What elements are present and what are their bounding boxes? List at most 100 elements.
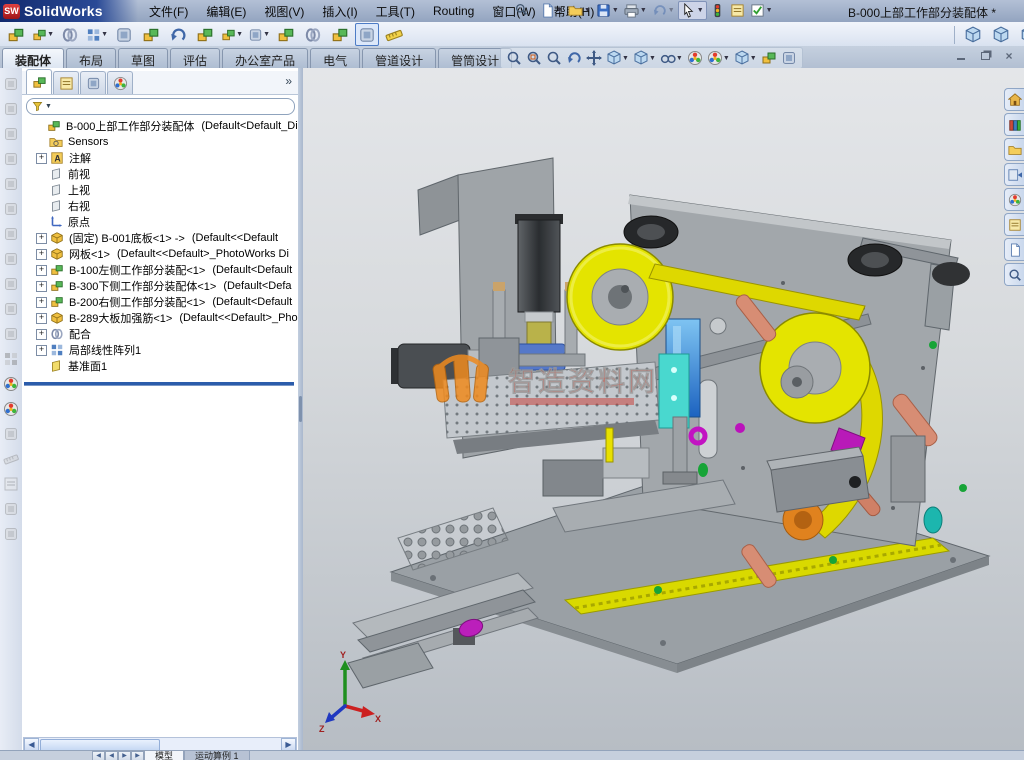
tree-item-4[interactable]: 前视 xyxy=(22,166,298,182)
print-icon[interactable]: ▼ xyxy=(622,2,649,19)
expand-toggle[interactable]: + xyxy=(36,281,47,292)
hole-wizard-icon[interactable] xyxy=(2,300,20,318)
insert-component-icon[interactable]: ▼ xyxy=(31,23,55,46)
view-settings-icon[interactable]: ▼ xyxy=(733,50,758,66)
rebuild-traffic-light-icon[interactable] xyxy=(708,2,727,19)
rollback-bar[interactable] xyxy=(24,382,294,386)
expand-toggle[interactable]: + xyxy=(36,297,47,308)
command-tab-5[interactable]: 办公室产品 xyxy=(222,48,308,68)
linear-pattern-feature-icon[interactable] xyxy=(2,350,20,368)
options-list-icon[interactable]: ▼ xyxy=(748,2,775,19)
rib-icon[interactable] xyxy=(2,225,20,243)
tree-item-9[interactable]: +网板<1>(Default<<Default>_PhotoWorks Di xyxy=(22,246,298,262)
smart-fasteners-icon[interactable] xyxy=(112,23,136,46)
expand-toggle[interactable]: + xyxy=(36,345,47,356)
command-tab-6[interactable]: 电气 xyxy=(310,48,360,68)
document-recovery-icon[interactable] xyxy=(1004,238,1024,261)
panel-tab-propertymanager[interactable] xyxy=(53,71,79,94)
menu-5[interactable]: 工具(T) xyxy=(367,0,424,22)
zoom-in-out-icon[interactable] xyxy=(545,50,563,66)
hide-show-items-icon[interactable]: ▼ xyxy=(659,50,684,66)
assembly-visualization-icon[interactable] xyxy=(760,50,778,66)
display-style-icon[interactable]: ▼ xyxy=(632,50,657,66)
edit-appearance-icon[interactable] xyxy=(686,50,704,66)
design-library-icon[interactable] xyxy=(1004,113,1024,136)
edit-component-icon[interactable] xyxy=(4,23,28,46)
tree-item-1[interactable]: B-000上部工作部分装配体(Default<Default_Di xyxy=(22,118,298,134)
menu-3[interactable]: 视图(V) xyxy=(255,0,313,22)
command-tab-7[interactable]: 管道设计 xyxy=(362,48,436,68)
section-tool-icon[interactable] xyxy=(2,425,20,443)
panel-tab-featuremanager-tree[interactable] xyxy=(26,69,52,94)
revolve-icon[interactable] xyxy=(2,100,20,118)
measure-icon[interactable] xyxy=(382,23,406,46)
new-motion-study-icon[interactable] xyxy=(274,23,298,46)
rotate-component-icon[interactable] xyxy=(166,23,190,46)
expand-toggle[interactable]: + xyxy=(36,153,47,164)
expand-toggle[interactable]: + xyxy=(36,265,47,276)
pan-icon[interactable] xyxy=(585,50,603,66)
tree-item-6[interactable]: 右视 xyxy=(22,198,298,214)
boss-extrude-icon[interactable] xyxy=(2,75,20,93)
show-hidden-components-icon[interactable] xyxy=(193,23,217,46)
expand-toggle[interactable]: + xyxy=(36,233,47,244)
tree-item-12[interactable]: +B-200右侧工作部分装配<1>(Default<Default xyxy=(22,294,298,310)
tab-scroll-end-button[interactable]: ▶ xyxy=(131,751,144,760)
draft-icon[interactable] xyxy=(2,275,20,293)
open-folder-icon[interactable]: ▼ xyxy=(566,2,593,19)
solidworks-resources-home-icon[interactable] xyxy=(1004,88,1024,111)
tree-item-7[interactable]: 原点 xyxy=(22,214,298,230)
chamfer-icon[interactable] xyxy=(2,200,20,218)
bill-of-materials-icon[interactable] xyxy=(301,23,325,46)
render-tools-icon[interactable] xyxy=(2,400,20,418)
study-tab-1[interactable]: 模型 xyxy=(144,751,184,760)
search-assistant-icon[interactable] xyxy=(1004,263,1024,286)
tree-item-11[interactable]: +B-300下侧工作部分装配体<1>(Default<Defa xyxy=(22,278,298,294)
menu-6[interactable]: Routing xyxy=(424,1,483,21)
linear-component-pattern-icon[interactable]: ▼ xyxy=(85,23,109,46)
file-properties-icon[interactable] xyxy=(728,2,747,19)
fillet-icon[interactable] xyxy=(2,175,20,193)
tree-item-14[interactable]: +配合 xyxy=(22,326,298,342)
appearances-scenes-icon[interactable] xyxy=(1004,188,1024,211)
study-tab-2[interactable]: 运动算例 1 xyxy=(184,751,250,760)
expand-toggle[interactable]: + xyxy=(36,329,47,340)
undo-icon[interactable]: ▼ xyxy=(650,2,677,19)
panel-expand-chevron[interactable]: » xyxy=(285,74,292,88)
command-tab-1[interactable]: 装配体 xyxy=(2,48,64,68)
assembly-features-icon[interactable]: ▼ xyxy=(220,23,244,46)
panel-tab-configurationmanager[interactable] xyxy=(80,71,106,94)
measure-tool-icon[interactable] xyxy=(2,450,20,468)
graphics-viewport[interactable]: 智造资料网 Y X Z xyxy=(303,68,1024,750)
mass-properties-icon[interactable] xyxy=(2,475,20,493)
explode-line-sketch-icon[interactable] xyxy=(355,23,379,46)
tab-scroll-right-button[interactable]: ▶ xyxy=(118,751,131,760)
zoom-to-area-icon[interactable] xyxy=(525,50,543,66)
tab-scroll-start-button[interactable]: ◀ xyxy=(92,751,105,760)
search-icon[interactable] xyxy=(515,3,528,19)
appearance-target-icon[interactable] xyxy=(2,375,20,393)
menu-2[interactable]: 编辑(E) xyxy=(197,0,255,22)
tree-item-16[interactable]: 基准面1 xyxy=(22,358,298,374)
tree-filter-input[interactable]: ▼ xyxy=(26,98,295,115)
expand-toggle[interactable]: + xyxy=(36,313,47,324)
minimize-button[interactable] xyxy=(952,49,970,63)
section-view-cube-icon[interactable] xyxy=(1017,23,1024,46)
expand-toggle[interactable]: + xyxy=(36,249,47,260)
equations-icon[interactable] xyxy=(2,500,20,518)
view-palette-icon[interactable] xyxy=(1004,163,1024,186)
custom-properties-icon[interactable] xyxy=(1004,213,1024,236)
new-document-icon[interactable]: ▼ xyxy=(538,2,565,19)
model-canvas[interactable]: 智造资料网 Y X Z xyxy=(303,68,1024,750)
tree-item-8[interactable]: +(固定) B-001底板<1> ->(Default<<Default xyxy=(22,230,298,246)
apply-scene-icon[interactable]: ▼ xyxy=(706,50,731,66)
mirror-feature-icon[interactable] xyxy=(2,325,20,343)
save-icon[interactable]: ▼ xyxy=(594,2,621,19)
sweep-icon[interactable] xyxy=(2,125,20,143)
panel-tab-displaymanager[interactable] xyxy=(107,71,133,94)
mate-icon[interactable] xyxy=(58,23,82,46)
zoom-to-fit-icon[interactable] xyxy=(505,50,523,66)
tree-item-5[interactable]: 上视 xyxy=(22,182,298,198)
tree-item-10[interactable]: +B-100左侧工作部分装配<1>(Default<Default xyxy=(22,262,298,278)
select-cursor-icon[interactable]: ▼ xyxy=(678,1,707,20)
